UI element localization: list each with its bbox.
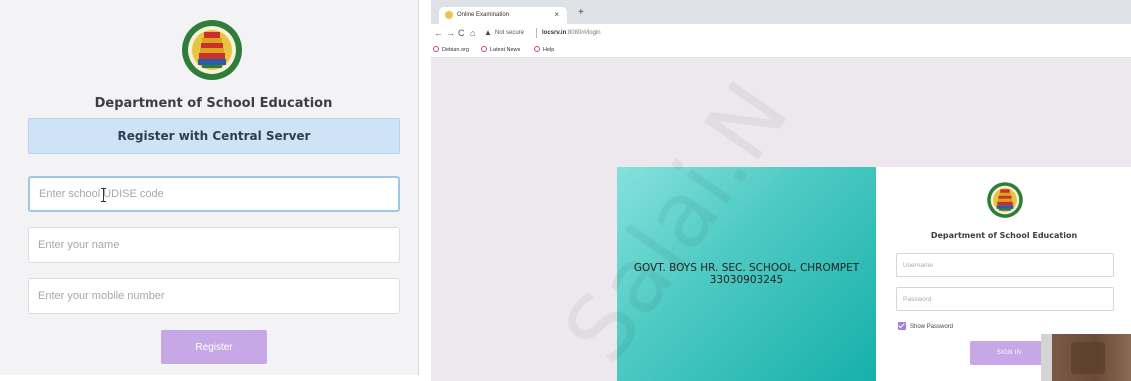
url-path: :8080/#/login [566, 30, 601, 36]
password-input[interactable] [896, 287, 1114, 311]
forward-arrow-icon[interactable]: → [446, 28, 455, 38]
department-title: Department of School Education [930, 231, 1078, 240]
show-password-label: Show Password [910, 324, 954, 330]
reload-icon[interactable]: C [458, 28, 465, 38]
page-content: GOVT. BOYS HR. SEC. SCHOOL, CHROMPET 330… [431, 58, 1131, 381]
register-panel: Department of School Education Register … [0, 0, 419, 381]
register-button[interactable]: Register [161, 330, 267, 364]
browser-toolbar: ← → C ⌂ ▲ Not secure locsrv.in:8080/#/lo… [431, 24, 1131, 45]
back-arrow-icon[interactable]: ← [434, 28, 443, 38]
checkbox-checked-icon[interactable] [898, 322, 906, 330]
tab-title: Online Examination [457, 12, 510, 18]
bookmarks-bar: Debian.org Latest News Help [431, 45, 1131, 58]
bookmark-help[interactable]: Help [534, 46, 554, 53]
panel-divider [419, 0, 431, 381]
webcam-overlay [1041, 334, 1131, 381]
name-input[interactable] [28, 227, 400, 263]
home-icon[interactable]: ⌂ [470, 28, 475, 38]
tamil-nadu-emblem-icon [182, 20, 242, 80]
tamil-nadu-emblem-icon [987, 182, 1023, 218]
text-cursor-icon [101, 188, 109, 202]
department-title: Department of School Education [94, 96, 333, 111]
debian-icon [433, 46, 439, 52]
bookmark-label: Latest News [490, 47, 521, 53]
bookmark-label: Help [543, 47, 555, 53]
school-code: 33030903245 [709, 274, 784, 286]
debian-icon [481, 46, 487, 52]
school-info-panel: GOVT. BOYS HR. SEC. SCHOOL, CHROMPET 330… [617, 167, 876, 381]
warning-icon[interactable]: ▲ [484, 28, 492, 37]
username-input[interactable] [896, 253, 1114, 277]
mobile-number-input[interactable] [28, 278, 400, 314]
bookmark-latest-news[interactable]: Latest News [481, 46, 520, 53]
udise-code-input[interactable] [28, 176, 400, 212]
show-password-toggle[interactable]: Show Password [898, 322, 953, 330]
url-separator [536, 28, 537, 38]
bookmark-label: Debian.org [442, 47, 469, 53]
address-bar[interactable]: locsrv.in:8080/#/login [542, 30, 601, 36]
debian-icon [534, 46, 540, 52]
register-banner: Register with Central Server [28, 118, 400, 154]
url-host: locsrv.in [542, 30, 567, 36]
tab-strip: Online Examination × + [431, 0, 1131, 24]
close-tab-icon[interactable]: × [554, 10, 559, 19]
panel-bottom-edge [0, 375, 419, 381]
school-name: GOVT. BOYS HR. SEC. SCHOOL, CHROMPET [633, 262, 860, 274]
security-label[interactable]: Not secure [495, 30, 524, 36]
bookmark-debian[interactable]: Debian.org [433, 46, 469, 53]
tab-online-examination[interactable]: Online Examination × [439, 7, 567, 24]
favicon-icon [445, 11, 453, 19]
sign-in-button[interactable]: SIGN IN [970, 341, 1048, 365]
new-tab-button[interactable]: + [578, 7, 584, 18]
browser-window: Online Examination × + ← → C ⌂ ▲ Not sec… [431, 0, 1131, 381]
